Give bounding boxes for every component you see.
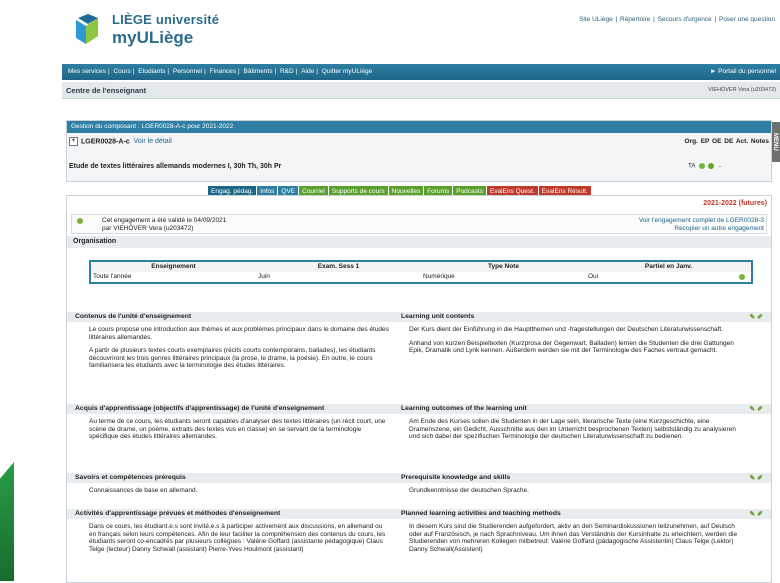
- year-label: 2021-2022 (futures): [703, 200, 767, 207]
- main-panel: 2021-2022 (futures) Cet engagement a été…: [66, 195, 772, 583]
- page-title: Centre de l'enseignant: [66, 86, 147, 95]
- expand-icon[interactable]: +: [69, 137, 78, 146]
- section-outcomes: Acquis d'apprentissage (objectifs d'appr…: [67, 404, 771, 440]
- section-text: Anhand von kurzen Beispieltexten (Kurzpr…: [409, 339, 734, 355]
- section-text: A partir de plusieurs textes courts exem…: [89, 347, 376, 369]
- section-text: Der Kurs dient der Einführung in die Hau…: [409, 326, 723, 333]
- component-columns: Org. EP OE DE Act. Notes: [684, 138, 769, 145]
- detail-link[interactable]: Voir le détail: [134, 138, 172, 145]
- component-row: + LGER0028-A-c Voir le détail: [69, 137, 172, 146]
- cell-value: Oui: [588, 273, 599, 280]
- component-code: LGER0028-A-c: [81, 138, 130, 146]
- nav-item[interactable]: Quitter myULiège: [322, 68, 373, 75]
- section-title-en: Prerequisite knowledge and skills: [401, 474, 511, 481]
- header-cell: Exam. Sess 1: [317, 263, 360, 270]
- section-text: In diesem Kurs sind die Studierenden auf…: [409, 523, 738, 553]
- top-links: Site ULiège | Répertoire | Secours d'urg…: [579, 16, 775, 23]
- brand-line1[interactable]: LIÈGE université: [112, 12, 219, 27]
- nav-item[interactable]: Finances: [210, 68, 236, 75]
- section-title-en: Learning unit contents: [401, 313, 475, 320]
- section-text: Am Ende des Kurses sollen die Studenten …: [409, 418, 736, 440]
- header-cell: Partiel en Janv.: [644, 263, 693, 270]
- nav-item[interactable]: Mes services: [68, 68, 106, 75]
- nav-item[interactable]: Cours: [113, 68, 130, 75]
- status-dash: -: [719, 163, 721, 170]
- edit-icon[interactable]: ✎ ✐: [749, 313, 763, 323]
- nav-item[interactable]: Personnel: [173, 68, 202, 75]
- ok-icon: [739, 274, 745, 280]
- cell: Toute l'année: [93, 273, 132, 280]
- nav-item[interactable]: Bâtiments: [244, 68, 273, 75]
- organisation-table: Enseignement Exam. Sess 1 Type Note Part…: [89, 260, 753, 284]
- status-ok-icon: [698, 163, 705, 169]
- section-activities: Activités d'apprentissage prévues et mét…: [67, 509, 771, 553]
- subbar: Centre de l'enseignant VIEHÖVER Vera (u2…: [62, 82, 780, 99]
- cell: Numérique: [423, 273, 455, 280]
- top-link-question[interactable]: Poser une question: [719, 16, 775, 23]
- section-title-fr: Acquis d'apprentissage (objectifs d'appr…: [75, 405, 325, 412]
- validation-box: Cet engagement a été validé le 04/09/202…: [71, 214, 767, 234]
- section-text: Au terme de ce cours, les étudiants sero…: [89, 418, 386, 440]
- nav-item[interactable]: R&D: [280, 68, 294, 75]
- section-prerequisites: Savoirs et compétences prérequis Prerequi…: [67, 473, 771, 494]
- course-title: Etude de textes littéraires allemands mo…: [69, 163, 282, 170]
- header-cell: Type Note: [488, 263, 519, 270]
- view-full-link[interactable]: Voir l'engagement complet de LGER0028-3: [639, 217, 764, 225]
- section-text: Grundkenntnisse der deutschen Sprache.: [409, 487, 529, 494]
- portal-link[interactable]: ► Portail du personnel: [710, 64, 776, 80]
- validation-links: Voir l'engagement complet de LGER0028-3 …: [639, 217, 764, 233]
- edit-icon[interactable]: ✎ ✐: [749, 510, 763, 520]
- section-title-fr: Contenus de l'unité d'enseignement: [75, 313, 192, 320]
- component-status: TA -: [688, 163, 721, 170]
- section-title-en: Planned learning activities and teaching…: [401, 510, 561, 517]
- cell: Juin: [258, 273, 270, 280]
- edit-icon[interactable]: ✎ ✐: [749, 474, 763, 484]
- section-title-fr: Savoirs et compétences prérequis: [75, 474, 186, 481]
- section-title-fr: Activités d'apprentissage prévues et mét…: [75, 510, 281, 517]
- top-link-repertoire[interactable]: Répertoire: [620, 16, 650, 23]
- section-text: Dans ce cours, les étudiant.e.s sont inv…: [89, 523, 386, 553]
- page: LIÈGE université myULiège Site ULiège | …: [62, 0, 780, 583]
- table-row: Toute l'année Juin Numérique Oui: [91, 272, 751, 282]
- cell: Oui: [586, 272, 751, 282]
- main-nav: Mes services | Cours | Etudiants | Personne…: [62, 64, 780, 80]
- nav-item[interactable]: Etudiants: [138, 68, 165, 75]
- component-box: Gestion du composant : LGER0028-A-c pour…: [66, 120, 772, 182]
- decorative-green-shape: [0, 462, 14, 581]
- organisation-title: Organisation: [67, 236, 771, 248]
- uliege-logo-icon: [76, 14, 98, 44]
- validated-icon: [77, 218, 83, 224]
- section-text: Connaissances de base en allemand.: [89, 487, 198, 494]
- header: LIÈGE université myULiège Site ULiège | …: [62, 0, 780, 62]
- status-ok-icon: [708, 163, 715, 169]
- brand-line2[interactable]: myULiège: [112, 28, 193, 48]
- section-text: Le cours propose une introduction aux th…: [89, 326, 389, 341]
- top-link-site[interactable]: Site ULiège: [579, 16, 613, 23]
- nav-item[interactable]: Aide: [301, 68, 314, 75]
- section-contents: Contenus de l'unité d'enseignement Learni…: [67, 312, 771, 369]
- user-label: VIEHÖVER Vera (u203472): [708, 87, 776, 93]
- status-text: TA: [688, 163, 695, 170]
- edit-icon[interactable]: ✎ ✐: [749, 405, 763, 415]
- section-title-en: Learning outcomes of the learning unit: [401, 405, 527, 412]
- copy-engagement-link[interactable]: Recopier un autre engagement: [639, 225, 764, 233]
- table-header: Enseignement Exam. Sess 1 Type Note Part…: [91, 262, 751, 272]
- validation-line2: par VIEHÖVER Vera (u203472): [102, 225, 194, 232]
- top-link-secours[interactable]: Secours d'urgence: [658, 16, 712, 23]
- header-cell: Enseignement: [151, 263, 196, 270]
- component-header: Gestion du composant : LGER0028-A-c pour…: [67, 121, 771, 133]
- validation-text: Cet engagement a été validé le 04/09/202…: [102, 217, 226, 233]
- validation-line1: Cet engagement a été validé le 04/09/202…: [102, 217, 227, 224]
